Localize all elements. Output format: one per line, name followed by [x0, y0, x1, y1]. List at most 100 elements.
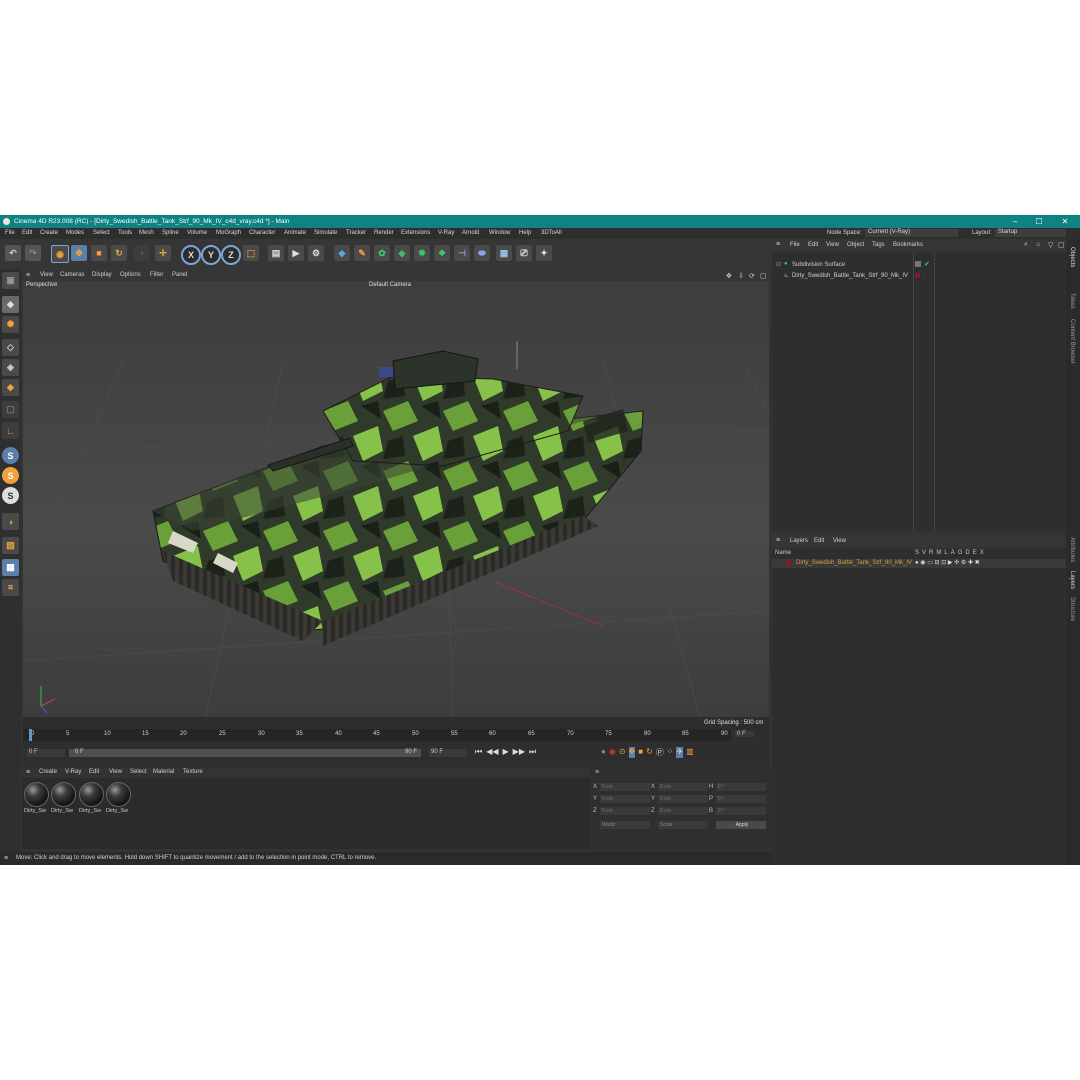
coord-space-dropdown[interactable]: World: [600, 821, 650, 829]
viewport-menu-options[interactable]: Options: [120, 272, 141, 278]
node-space-dropdown[interactable]: Current (V-Ray): [865, 229, 958, 237]
edges-mode-icon[interactable]: ◈: [2, 359, 19, 376]
material-hamburger-icon[interactable]: ≡: [26, 769, 30, 776]
playhead[interactable]: [29, 729, 32, 741]
viewport-hamburger-icon[interactable]: ≡: [26, 272, 30, 279]
key-position-icon[interactable]: ✥: [628, 747, 636, 758]
menu-help[interactable]: Help: [519, 230, 531, 236]
tab-content-browser[interactable]: Content Browser: [1069, 319, 1075, 364]
status-hamburger-icon[interactable]: ≡: [4, 855, 8, 862]
goto-end-icon[interactable]: ⏭: [529, 747, 536, 757]
layer-color-swatch[interactable]: [786, 561, 791, 566]
layer-toggle-icons[interactable]: ● ◉ ▭ ⊟ ⊡ ▶ ✣ ⚙ ✚ ✖: [915, 559, 980, 566]
collapse-icon[interactable]: ⊟: [776, 261, 781, 268]
menu-extensions[interactable]: Extensions: [401, 230, 430, 236]
coord-rot-h-field[interactable]: 0 °: [716, 783, 766, 791]
viewport-camera-label[interactable]: Default Camera: [369, 282, 411, 288]
keyframe-selection-icon[interactable]: ⊙: [619, 747, 626, 758]
recent-tools-icon[interactable]: ◦: [134, 245, 150, 261]
maximize-button[interactable]: ☐: [1032, 217, 1046, 226]
axis-mode-icon[interactable]: ∟: [2, 422, 19, 439]
deformer-icon[interactable]: ⊣: [454, 245, 470, 261]
tab-layers[interactable]: Layers: [1069, 571, 1075, 589]
key-rotation-icon[interactable]: ↻: [646, 747, 653, 758]
render-picture-viewer-icon[interactable]: ▶: [288, 245, 304, 261]
menu-arnold[interactable]: Arnold: [462, 230, 479, 236]
play-button[interactable]: ▶: [503, 747, 509, 757]
goto-start-icon[interactable]: ⏮: [475, 747, 482, 757]
visibility-dots-icon[interactable]: [915, 261, 921, 267]
layers-hamburger-icon[interactable]: ≡: [776, 537, 780, 544]
viewport-menu-cameras[interactable]: Cameras: [60, 272, 84, 278]
start-frame-field[interactable]: 0 F: [27, 749, 65, 757]
coord-rot-b-field[interactable]: 0 °: [716, 807, 766, 815]
transform-tool-icon[interactable]: ✛: [155, 245, 171, 261]
motion-icon[interactable]: ✈: [676, 747, 684, 758]
viewport-move-icon[interactable]: ✥: [726, 272, 732, 280]
live-selection-icon[interactable]: ◉: [51, 245, 69, 263]
render-view-icon[interactable]: ▤: [268, 245, 284, 261]
points-mode-icon[interactable]: ◇: [2, 339, 19, 356]
record-icon[interactable]: ●: [601, 747, 606, 758]
viewport-perspective[interactable]: Perspective Default Camera Grid Spacing …: [23, 281, 769, 729]
objects-filter-icon[interactable]: ▽: [1048, 241, 1053, 249]
layers-menu-edit[interactable]: Edit: [814, 538, 824, 544]
objects-menu-view[interactable]: View: [826, 242, 839, 248]
viewport-zoom-icon[interactable]: ⇩: [738, 272, 744, 280]
apply-button[interactable]: Apply: [716, 821, 766, 829]
viewport-rotate-icon[interactable]: ⟳: [749, 272, 755, 280]
material-swatch[interactable]: Dirty_Sw: [106, 782, 131, 814]
objects-menu-bookmarks[interactable]: Bookmarks: [893, 242, 923, 248]
polygons-mode-icon[interactable]: ◆: [2, 379, 19, 396]
object-row[interactable]: ⊾ Dirty_Swedish_Battle_Tank_Strf_90_Mk_I…: [772, 272, 1066, 281]
make-editable-icon[interactable]: ▣: [2, 272, 19, 289]
menu-mesh[interactable]: Mesh: [139, 230, 154, 236]
menu-volume[interactable]: Volume: [187, 230, 207, 236]
menu-tracker[interactable]: Tracker: [346, 230, 366, 236]
visibility-dots-icon[interactable]: ⁚: [924, 272, 926, 279]
menu-character[interactable]: Character: [249, 230, 275, 236]
subdivision-surface-icon[interactable]: ✿: [374, 245, 390, 261]
key-param-icon[interactable]: Ⓟ: [656, 747, 664, 758]
minimize-button[interactable]: –: [1008, 217, 1022, 226]
texture-mode-icon[interactable]: ✺: [2, 316, 19, 333]
material-menu-vray[interactable]: V-Ray: [65, 769, 81, 775]
extrude-generator-icon[interactable]: ◈: [394, 245, 410, 261]
objects-home-icon[interactable]: ⌂: [1036, 241, 1040, 248]
next-key-icon[interactable]: ▶▶: [513, 747, 525, 757]
menu-vray[interactable]: V-Ray: [438, 230, 454, 236]
current-frame-field[interactable]: 0 F: [735, 731, 754, 737]
coords-hamburger-icon[interactable]: ≡: [595, 769, 599, 776]
material-menu-texture[interactable]: Texture: [183, 769, 203, 775]
undo-icon[interactable]: ↶: [5, 245, 21, 261]
y-axis-lock-button[interactable]: Y: [201, 245, 221, 265]
coord-scale-dropdown[interactable]: Scale: [658, 821, 708, 829]
model-mode-icon[interactable]: ◆: [2, 296, 19, 313]
mograph-icon[interactable]: ❖: [434, 245, 450, 261]
coord-pos-x-field[interactable]: 0 cm: [600, 783, 650, 791]
render-settings-icon[interactable]: ⚙: [308, 245, 324, 261]
objects-hamburger-icon[interactable]: ≡: [776, 241, 780, 248]
layout-dropdown[interactable]: Startup: [995, 229, 1066, 237]
preview-range-slider[interactable]: 0 F 90 F: [69, 749, 421, 757]
layer-color-icon[interactable]: [915, 273, 920, 278]
objects-menu-tags[interactable]: Tags: [872, 242, 885, 248]
scale-tool-icon[interactable]: ■: [91, 245, 107, 261]
snap-settings-icon[interactable]: S: [2, 467, 19, 484]
z-axis-lock-button[interactable]: Z: [221, 245, 241, 265]
x-axis-lock-button[interactable]: X: [181, 245, 201, 265]
material-swatch[interactable]: Dirty_Sw: [79, 782, 104, 814]
coord-size-y-field[interactable]: 0 cm: [658, 795, 708, 803]
coord-pos-y-field[interactable]: 0 cm: [600, 795, 650, 803]
quantize-icon[interactable]: ⌗: [2, 579, 19, 596]
material-swatch[interactable]: Dirty_Sw: [51, 782, 76, 814]
prev-key-icon[interactable]: ◀◀: [486, 747, 498, 757]
tab-attributes[interactable]: Attributes: [1069, 537, 1075, 562]
material-swatch[interactable]: Dirty_Sw: [24, 782, 49, 814]
pen-spline-icon[interactable]: ✎: [354, 245, 370, 261]
end-frame-field[interactable]: 90 F: [429, 749, 467, 757]
menu-file[interactable]: File: [5, 230, 15, 236]
material-menu-view[interactable]: View: [109, 769, 122, 775]
viewport-menu-display[interactable]: Display: [92, 272, 112, 278]
coordinate-system-icon[interactable]: ⬚: [243, 245, 259, 261]
